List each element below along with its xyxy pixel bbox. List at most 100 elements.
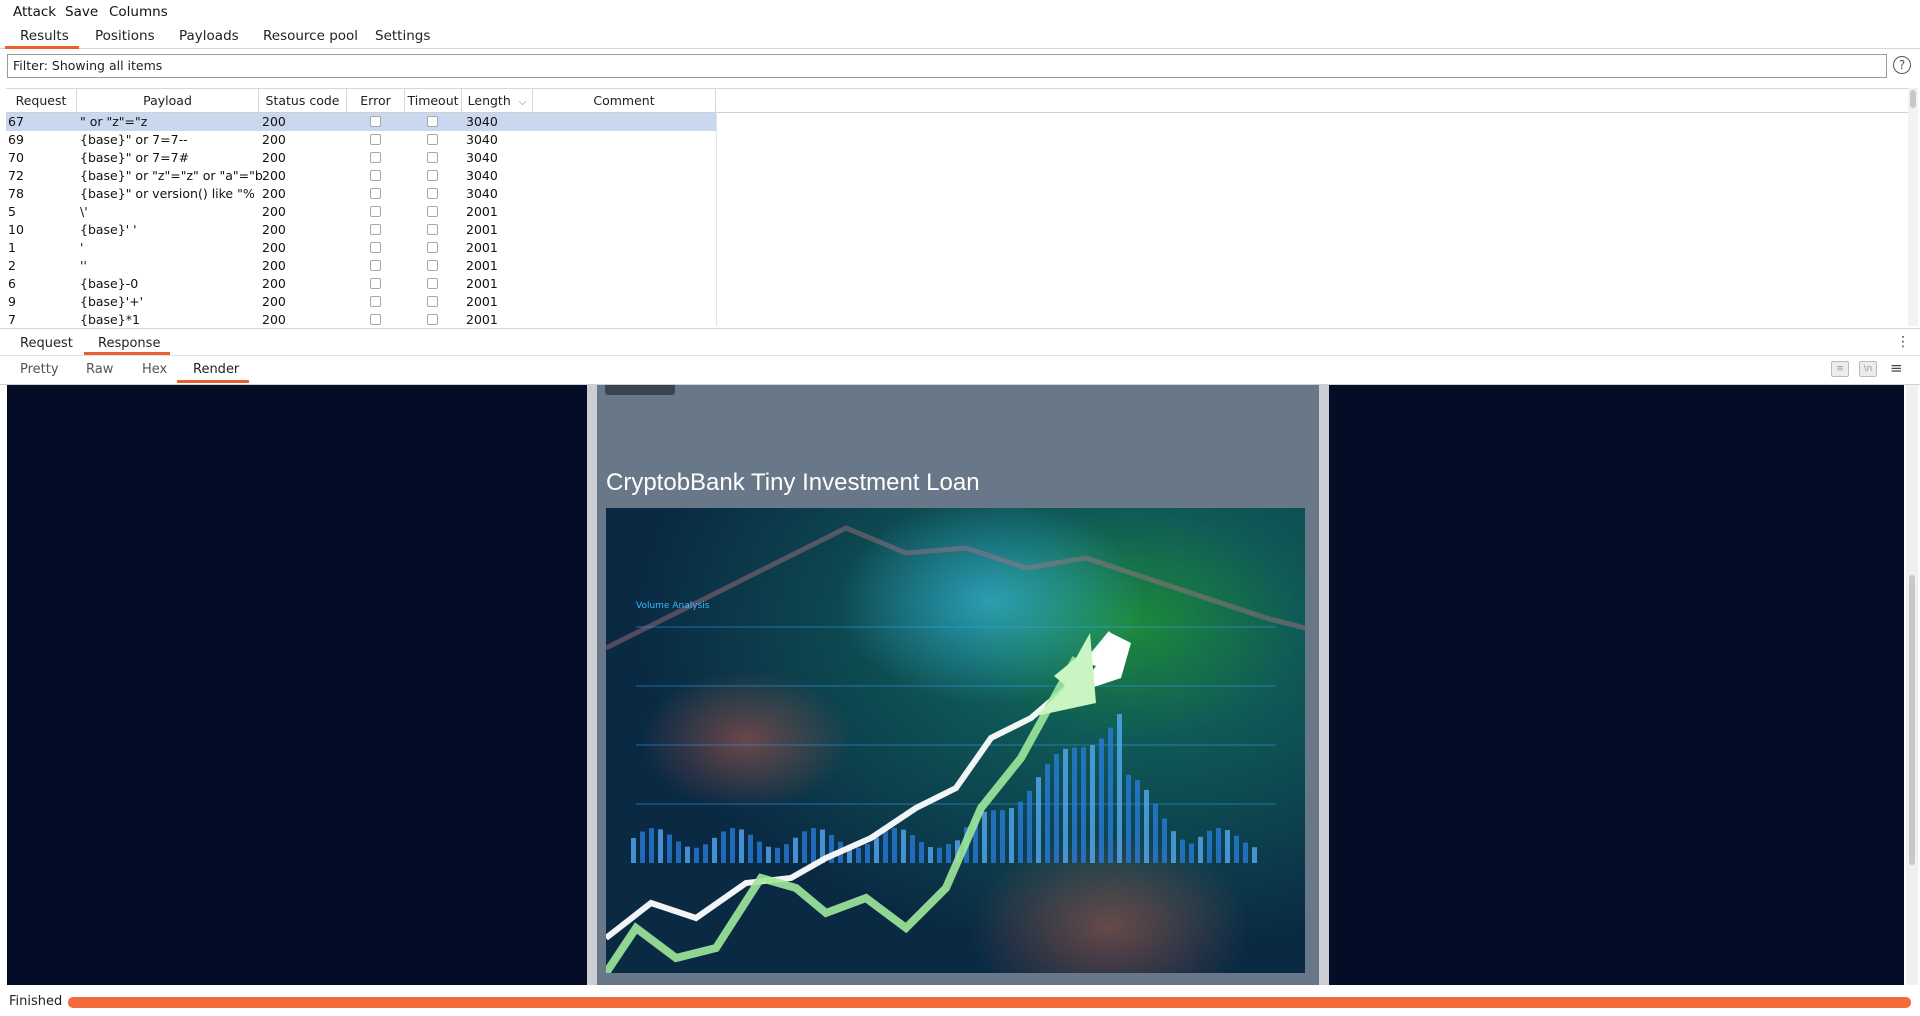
status-code: 200 (262, 258, 286, 273)
error-checkbox[interactable] (370, 242, 381, 253)
table-row[interactable]: 70 {base}" or 7=7# 200 3040 (6, 149, 716, 167)
timeout-checkbox[interactable] (427, 134, 438, 145)
error-checkbox[interactable] (370, 116, 381, 127)
status-code: 200 (262, 132, 286, 147)
timeout-checkbox[interactable] (427, 170, 438, 181)
tab-render[interactable]: Render (193, 362, 239, 377)
render-scrollbar[interactable] (1906, 385, 1918, 985)
image-bar (1018, 801, 1023, 863)
image-bar (1189, 843, 1194, 863)
request-number: 70 (8, 150, 24, 165)
menu-attack[interactable]: Attack (13, 4, 56, 20)
col-payload[interactable]: Payload (77, 89, 259, 112)
image-bar (1171, 831, 1176, 863)
error-checkbox[interactable] (370, 278, 381, 289)
wrap-lines-icon[interactable]: ≡ (1831, 361, 1849, 377)
timeout-checkbox[interactable] (427, 206, 438, 217)
table-scrollbar[interactable] (1908, 88, 1918, 326)
tab-results[interactable]: Results (20, 28, 69, 44)
tab-response[interactable]: Response (98, 336, 160, 351)
response-length: 3040 (466, 114, 498, 129)
column-divider (716, 111, 717, 326)
tab-pretty[interactable]: Pretty (20, 362, 59, 377)
page-button[interactable] (605, 385, 675, 395)
tab-hex[interactable]: Hex (142, 362, 167, 377)
payload-value: {base}" or "z"="z" or "a"="b (80, 168, 263, 183)
error-checkbox[interactable] (370, 296, 381, 307)
menu-bar: Attack Save Columns (0, 0, 1920, 24)
tab-request[interactable]: Request (20, 336, 73, 351)
tab-resource-pool[interactable]: Resource pool (263, 28, 358, 44)
table-row[interactable]: 72 {base}" or "z"="z" or "a"="b 200 3040 (6, 167, 716, 185)
response-length: 3040 (466, 186, 498, 201)
image-bar (703, 844, 708, 863)
timeout-checkbox[interactable] (427, 260, 438, 271)
render-scroll-thumb[interactable] (1909, 575, 1915, 865)
timeout-checkbox[interactable] (427, 152, 438, 163)
error-checkbox[interactable] (370, 188, 381, 199)
tab-settings[interactable]: Settings (375, 28, 430, 44)
col-request[interactable]: Request (6, 89, 77, 112)
image-bar (757, 841, 762, 863)
timeout-checkbox[interactable] (427, 278, 438, 289)
col-length[interactable]: Length ⌵ (462, 89, 533, 112)
timeout-checkbox[interactable] (427, 314, 438, 325)
error-checkbox[interactable] (370, 134, 381, 145)
error-checkbox[interactable] (370, 260, 381, 271)
more-options-icon[interactable]: ⋮ (1896, 334, 1910, 350)
image-bar (748, 834, 753, 863)
image-bar (1054, 754, 1059, 863)
table-scroll-thumb[interactable] (1910, 90, 1916, 108)
image-bar (694, 847, 699, 863)
response-length: 2001 (466, 294, 498, 309)
menu-save[interactable]: Save (65, 4, 98, 20)
payload-value: \' (80, 204, 88, 219)
timeout-checkbox[interactable] (427, 296, 438, 307)
request-number: 1 (8, 240, 16, 255)
error-checkbox[interactable] (370, 152, 381, 163)
table-row[interactable]: 5 \' 200 2001 (6, 203, 716, 221)
show-newlines-icon[interactable]: \n (1859, 361, 1877, 377)
timeout-checkbox[interactable] (427, 224, 438, 235)
image-bar (1216, 828, 1221, 863)
menu-icon[interactable]: ≡ (1890, 359, 1903, 377)
request-number: 67 (8, 114, 24, 129)
image-bar (712, 837, 717, 863)
image-bar (982, 811, 987, 863)
tab-payloads[interactable]: Payloads (179, 28, 239, 44)
image-bar (1135, 780, 1140, 863)
table-row[interactable]: 6 {base}-0 200 2001 (6, 275, 716, 293)
col-status-code[interactable]: Status code (259, 89, 347, 112)
menu-columns[interactable]: Columns (109, 4, 168, 20)
image-bar (1225, 830, 1230, 863)
filter-bar[interactable]: Filter: Showing all items (7, 54, 1887, 78)
status-code: 200 (262, 240, 286, 255)
error-checkbox[interactable] (370, 170, 381, 181)
col-comment[interactable]: Comment (533, 89, 716, 112)
col-error[interactable]: Error (347, 89, 405, 112)
table-row[interactable]: 9 {base}'+' 200 2001 (6, 293, 716, 311)
table-row[interactable]: 67 " or "z"="z 200 3040 (6, 113, 716, 131)
table-row[interactable]: 78 {base}" or version() like "% 200 3040 (6, 185, 716, 203)
timeout-checkbox[interactable] (427, 188, 438, 199)
help-icon[interactable]: ? (1893, 56, 1911, 74)
image-bar (1108, 727, 1113, 863)
table-row[interactable]: 2 '' 200 2001 (6, 257, 716, 275)
progress-bar (68, 997, 1911, 1008)
col-timeout[interactable]: Timeout (405, 89, 462, 112)
image-bar (901, 829, 906, 863)
request-number: 72 (8, 168, 24, 183)
payload-value: {base}" or 7=7# (80, 150, 190, 165)
status-bar: Finished (0, 992, 1920, 1016)
table-row[interactable]: 69 {base}" or 7=7-- 200 3040 (6, 131, 716, 149)
tab-positions[interactable]: Positions (95, 28, 155, 44)
tab-raw[interactable]: Raw (86, 362, 113, 377)
error-checkbox[interactable] (370, 224, 381, 235)
timeout-checkbox[interactable] (427, 242, 438, 253)
table-row[interactable]: 7 {base}*1 200 2001 (6, 311, 716, 327)
error-checkbox[interactable] (370, 314, 381, 325)
timeout-checkbox[interactable] (427, 116, 438, 127)
table-row[interactable]: 1 ' 200 2001 (6, 239, 716, 257)
error-checkbox[interactable] (370, 206, 381, 217)
table-row[interactable]: 10 {base}' ' 200 2001 (6, 221, 716, 239)
